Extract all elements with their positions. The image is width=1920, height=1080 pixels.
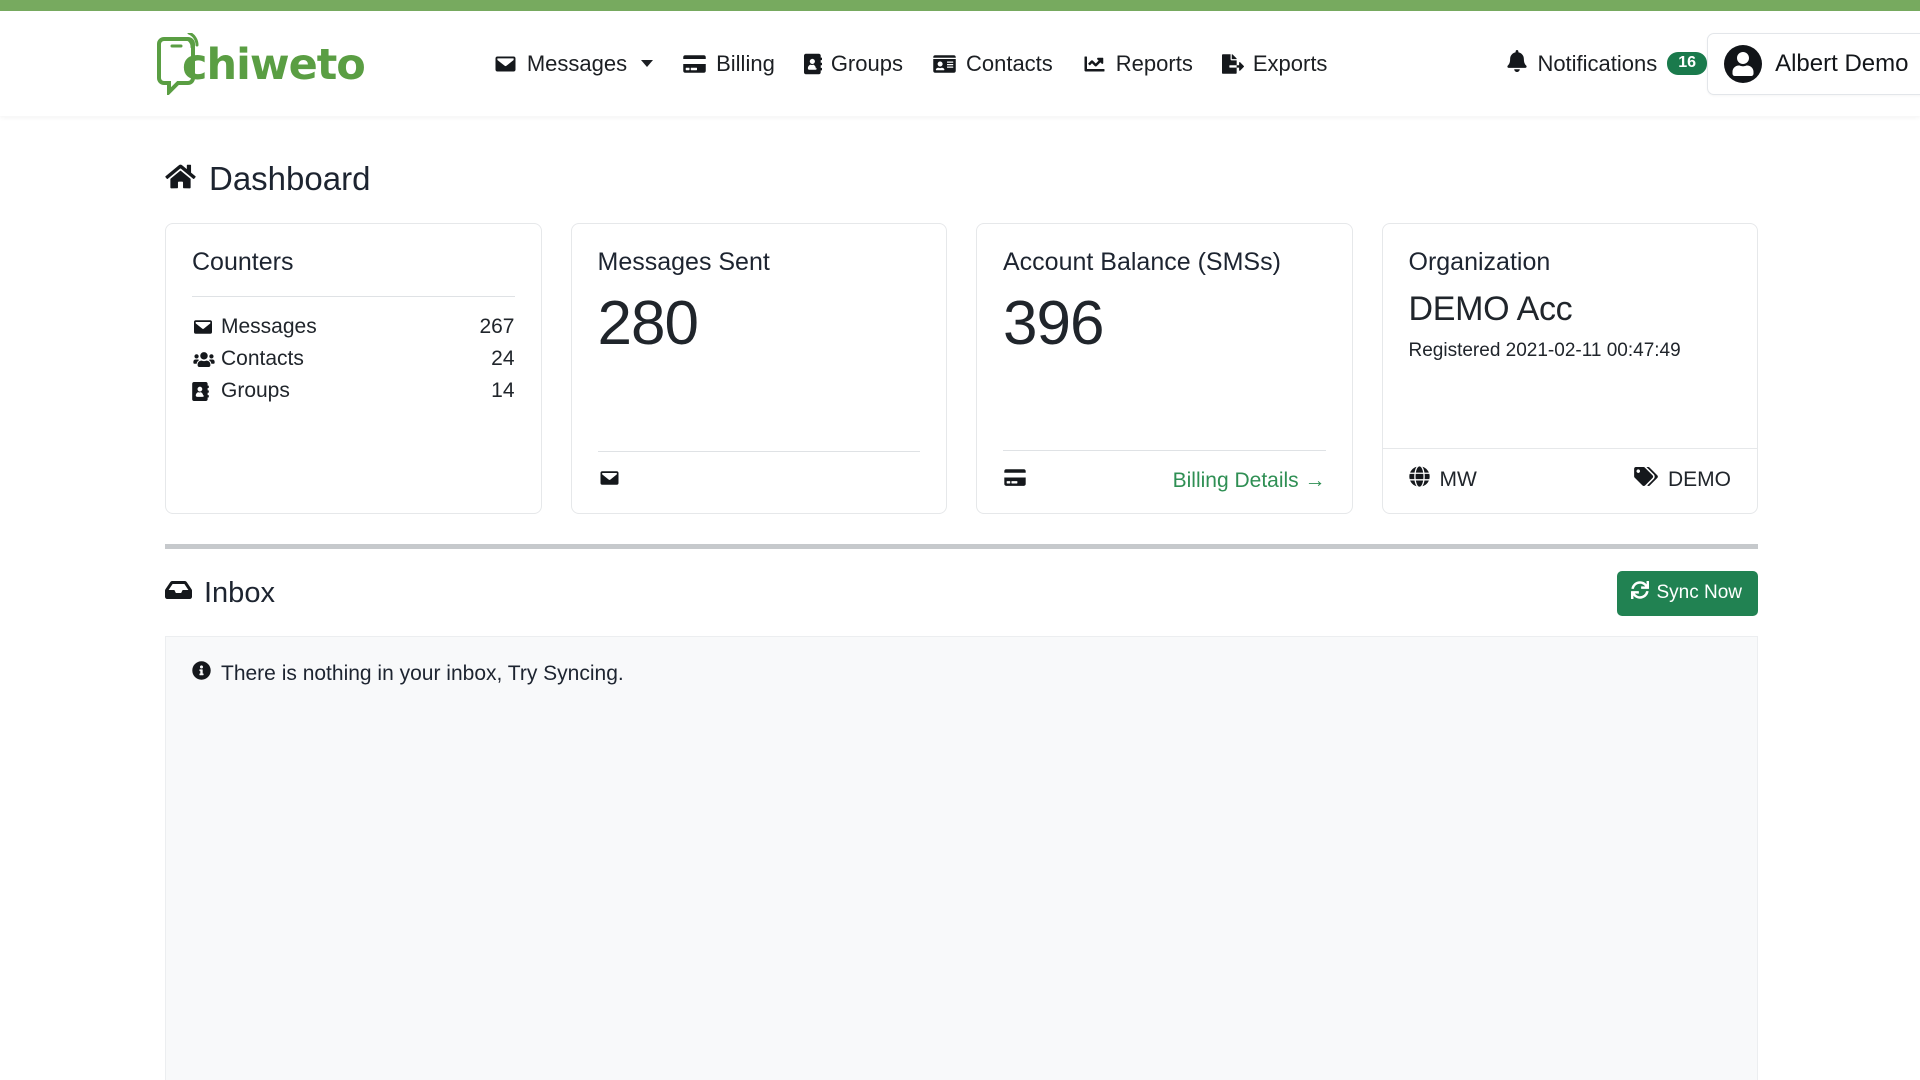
page-content: Dashboard Counters Messages 267 Contacts… (0, 116, 1920, 1080)
chart-line-icon (1082, 54, 1107, 74)
nav-item-billing-label: Billing (716, 50, 775, 76)
credit-card-icon (1003, 468, 1027, 493)
notifications-label: Notifications (1537, 50, 1658, 76)
organization-name: DEMO Acc (1408, 290, 1573, 328)
credit-card-icon (682, 54, 707, 74)
envelope-icon (493, 54, 518, 74)
info-circle-icon (192, 661, 211, 686)
notifications-badge: 16 (1667, 52, 1708, 75)
inbox-icon (165, 577, 192, 610)
file-export-icon (1221, 53, 1244, 75)
brand-name: chiweto (182, 40, 366, 90)
nav-item-messages[interactable]: Messages (493, 50, 654, 77)
main-navbar: chiweto Messages Billing Groups Contacts… (0, 11, 1920, 116)
card-organization-footer: MW DEMO (1382, 448, 1757, 513)
page-title-text: Dashboard (209, 160, 371, 197)
nav-item-exports-label: Exports (1252, 50, 1328, 76)
nav-item-contacts-label: Contacts (965, 50, 1053, 76)
counter-row-groups: Groups 14 (192, 375, 515, 407)
user-name: Albert Demo (1775, 49, 1909, 77)
organization-country-label: MW (1439, 467, 1477, 491)
counter-value: 24 (491, 347, 515, 370)
bell-icon (1507, 49, 1528, 78)
counter-label: Messages (221, 315, 317, 338)
card-account-balance-footer: Billing Details → (977, 451, 1352, 513)
tags-icon (1634, 467, 1658, 492)
chevron-down-icon (641, 60, 654, 67)
users-icon (192, 351, 221, 368)
home-icon (165, 160, 196, 198)
nav-links: Messages Billing Groups Contacts Reports… (493, 50, 1328, 77)
account-balance-value: 396 (1003, 289, 1104, 358)
organization-country: MW (1408, 466, 1477, 493)
sync-icon (1631, 581, 1650, 605)
nav-item-groups[interactable]: Groups (803, 50, 903, 77)
notifications-link[interactable]: Notifications 16 (1507, 49, 1708, 78)
counter-label: Contacts (221, 347, 304, 370)
counter-value: 14 (491, 379, 515, 402)
card-account-balance: Account Balance (SMSs) 396 Billing Detai… (976, 223, 1353, 514)
divider (192, 296, 515, 297)
billing-details-link[interactable]: Billing Details → (1173, 469, 1326, 493)
card-counters-title: Counters (192, 248, 294, 276)
globe-icon (1408, 466, 1430, 493)
inbox-panel: There is nothing in your inbox, Try Sync… (165, 636, 1758, 1080)
nav-item-exports[interactable]: Exports (1221, 50, 1328, 77)
nav-item-groups-label: Groups (830, 50, 903, 76)
nav-item-messages-label: Messages (526, 50, 628, 76)
organization-tag-label: DEMO (1668, 467, 1731, 491)
brand-logo-link[interactable]: chiweto (150, 32, 366, 95)
card-counters: Counters Messages 267 Contacts 24 Groups… (165, 223, 542, 514)
card-messages-sent-footer (572, 452, 947, 513)
inbox-title: Inbox (165, 577, 275, 610)
section-divider (165, 544, 1758, 549)
card-messages-sent-title: Messages Sent (597, 248, 770, 276)
nav-item-contacts[interactable]: Contacts (932, 51, 1053, 77)
counter-row-contacts: Contacts 24 (192, 343, 515, 375)
card-messages-sent: Messages Sent 280 (570, 223, 947, 514)
sync-now-button[interactable]: Sync Now (1617, 571, 1758, 616)
user-menu-button[interactable]: Albert Demo (1707, 32, 1920, 95)
messages-sent-value: 280 (597, 289, 699, 358)
envelope-icon (192, 318, 221, 336)
nav-item-billing[interactable]: Billing (682, 51, 775, 77)
id-card-icon (932, 54, 957, 74)
avatar (1724, 44, 1763, 83)
inbox-header: Inbox Sync Now (165, 571, 1758, 616)
stat-cards-row: Counters Messages 267 Contacts 24 Groups… (165, 223, 1758, 514)
counters-list: Messages 267 Contacts 24 Groups 14 (192, 311, 515, 407)
nav-item-reports-label: Reports (1115, 50, 1193, 76)
page-title: Dashboard (165, 160, 1866, 198)
card-organization: Organization DEMO Acc Registered 2021-02… (1381, 223, 1758, 514)
card-organization-title: Organization (1408, 248, 1551, 276)
inbox-empty-text: There is nothing in your inbox, Try Sync… (221, 661, 624, 685)
inbox-empty-message: There is nothing in your inbox, Try Sync… (192, 661, 1731, 686)
envelope-icon (598, 469, 621, 493)
counter-value: 267 (479, 315, 515, 338)
address-book-icon (192, 381, 221, 401)
inbox-title-text: Inbox (204, 577, 275, 609)
counter-row-messages: Messages 267 (192, 311, 515, 343)
counter-label: Groups (221, 379, 290, 402)
top-accent-bar (0, 0, 1920, 11)
sync-now-label: Sync Now (1656, 582, 1742, 603)
nav-item-reports[interactable]: Reports (1082, 51, 1193, 77)
organization-registered: Registered 2021-02-11 00:47:49 (1408, 340, 1681, 361)
address-book-icon (803, 53, 822, 75)
card-account-balance-title: Account Balance (SMSs) (1003, 248, 1281, 276)
organization-tag: DEMO (1634, 467, 1731, 492)
